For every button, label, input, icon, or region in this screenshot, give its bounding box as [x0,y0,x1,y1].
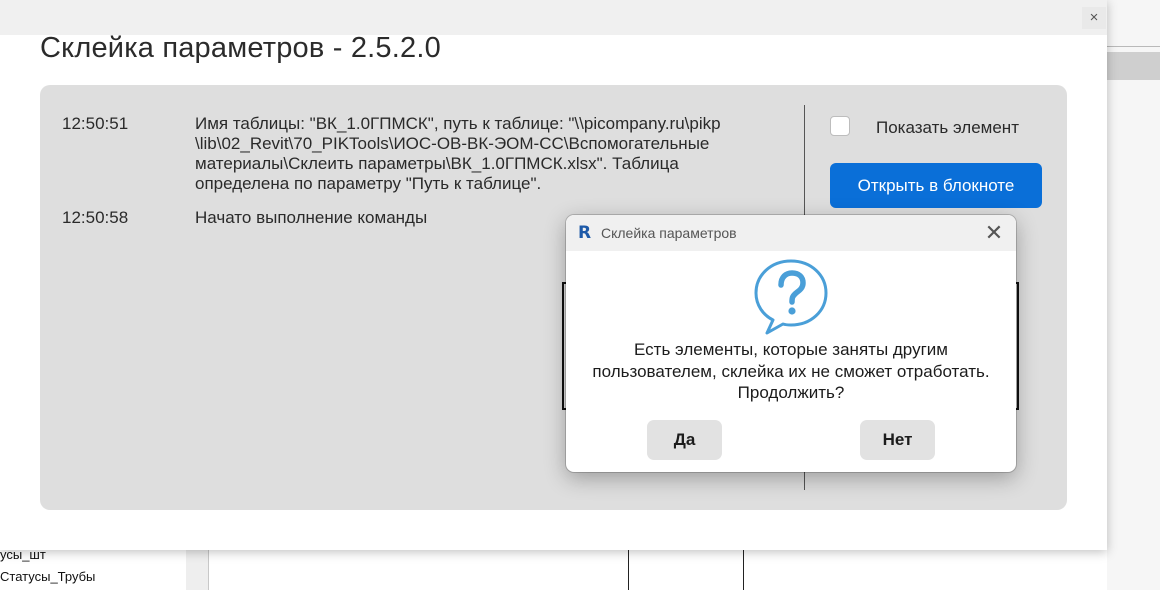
window-close-button[interactable]: × [1082,7,1106,29]
window-titlebar [0,0,1107,35]
dialog-close-button[interactable]: ✕ [980,221,1008,245]
dialog-message-line: Есть элементы, которые заняты другим [634,340,948,359]
dialog-message-line: пользователем, склейка их не сможет отра… [592,361,990,381]
confirm-dialog: R Склейка параметров ✕ Есть элементы, ко… [566,215,1016,472]
dialog-message-line: Продолжить? [737,383,845,402]
question-bubble-icon [754,259,828,335]
background-divider [1107,46,1160,47]
list-item[interactable]: Статусы_Трубы [0,569,95,584]
close-icon: ✕ [984,220,1004,245]
log-message-line: Имя таблицы: "ВК_1.0ГПМСК", путь к табли… [195,114,721,133]
no-button[interactable]: Нет [860,420,935,460]
page-title: Склейка параметров - 2.5.2.0 [40,32,441,64]
background-ribbon-band [1107,52,1160,80]
dialog-message: Есть элементы, которые заняты другим пол… [566,339,1016,404]
close-icon: × [1089,9,1099,26]
log-message-line: \lib\02_Revit\70_PIKTools\ИОС-ОВ-ВК-ЭОМ-… [195,134,710,153]
log-message-line: материалы\Склеить параметры\ВК_1.0ГПМСК.… [195,154,679,173]
open-in-notepad-button[interactable]: Открыть в блокноте [830,163,1042,208]
log-message: Имя таблицы: "ВК_1.0ГПМСК", путь к табли… [195,114,785,194]
revit-app-icon: R [578,223,592,243]
log-message-line: определена по параметру "Путь к таблице"… [195,174,542,193]
show-element-label: Показать элемент [876,118,1019,137]
dialog-title: Склейка параметров [601,225,737,241]
log-timestamp: 12:50:58 [62,208,129,227]
background-app-right-panel [1107,0,1160,590]
log-timestamp: 12:50:51 [62,114,129,133]
show-element-checkbox[interactable] [830,116,850,136]
yes-button[interactable]: Да [647,420,722,460]
